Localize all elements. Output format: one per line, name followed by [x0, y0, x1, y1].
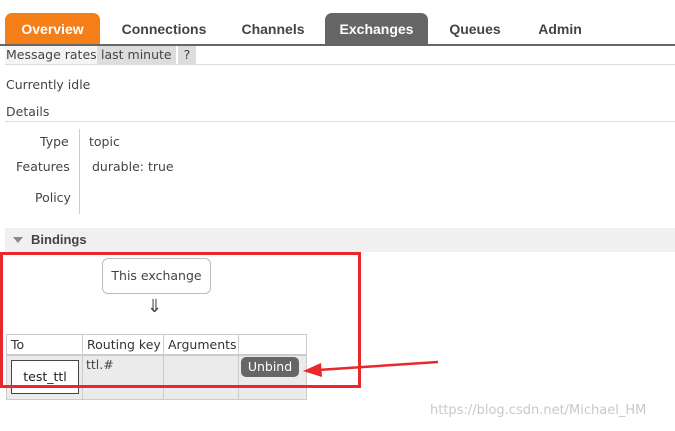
watermark: https://blog.csdn.net/Michael_HM — [430, 403, 647, 418]
annotation-arrow — [303, 360, 439, 377]
